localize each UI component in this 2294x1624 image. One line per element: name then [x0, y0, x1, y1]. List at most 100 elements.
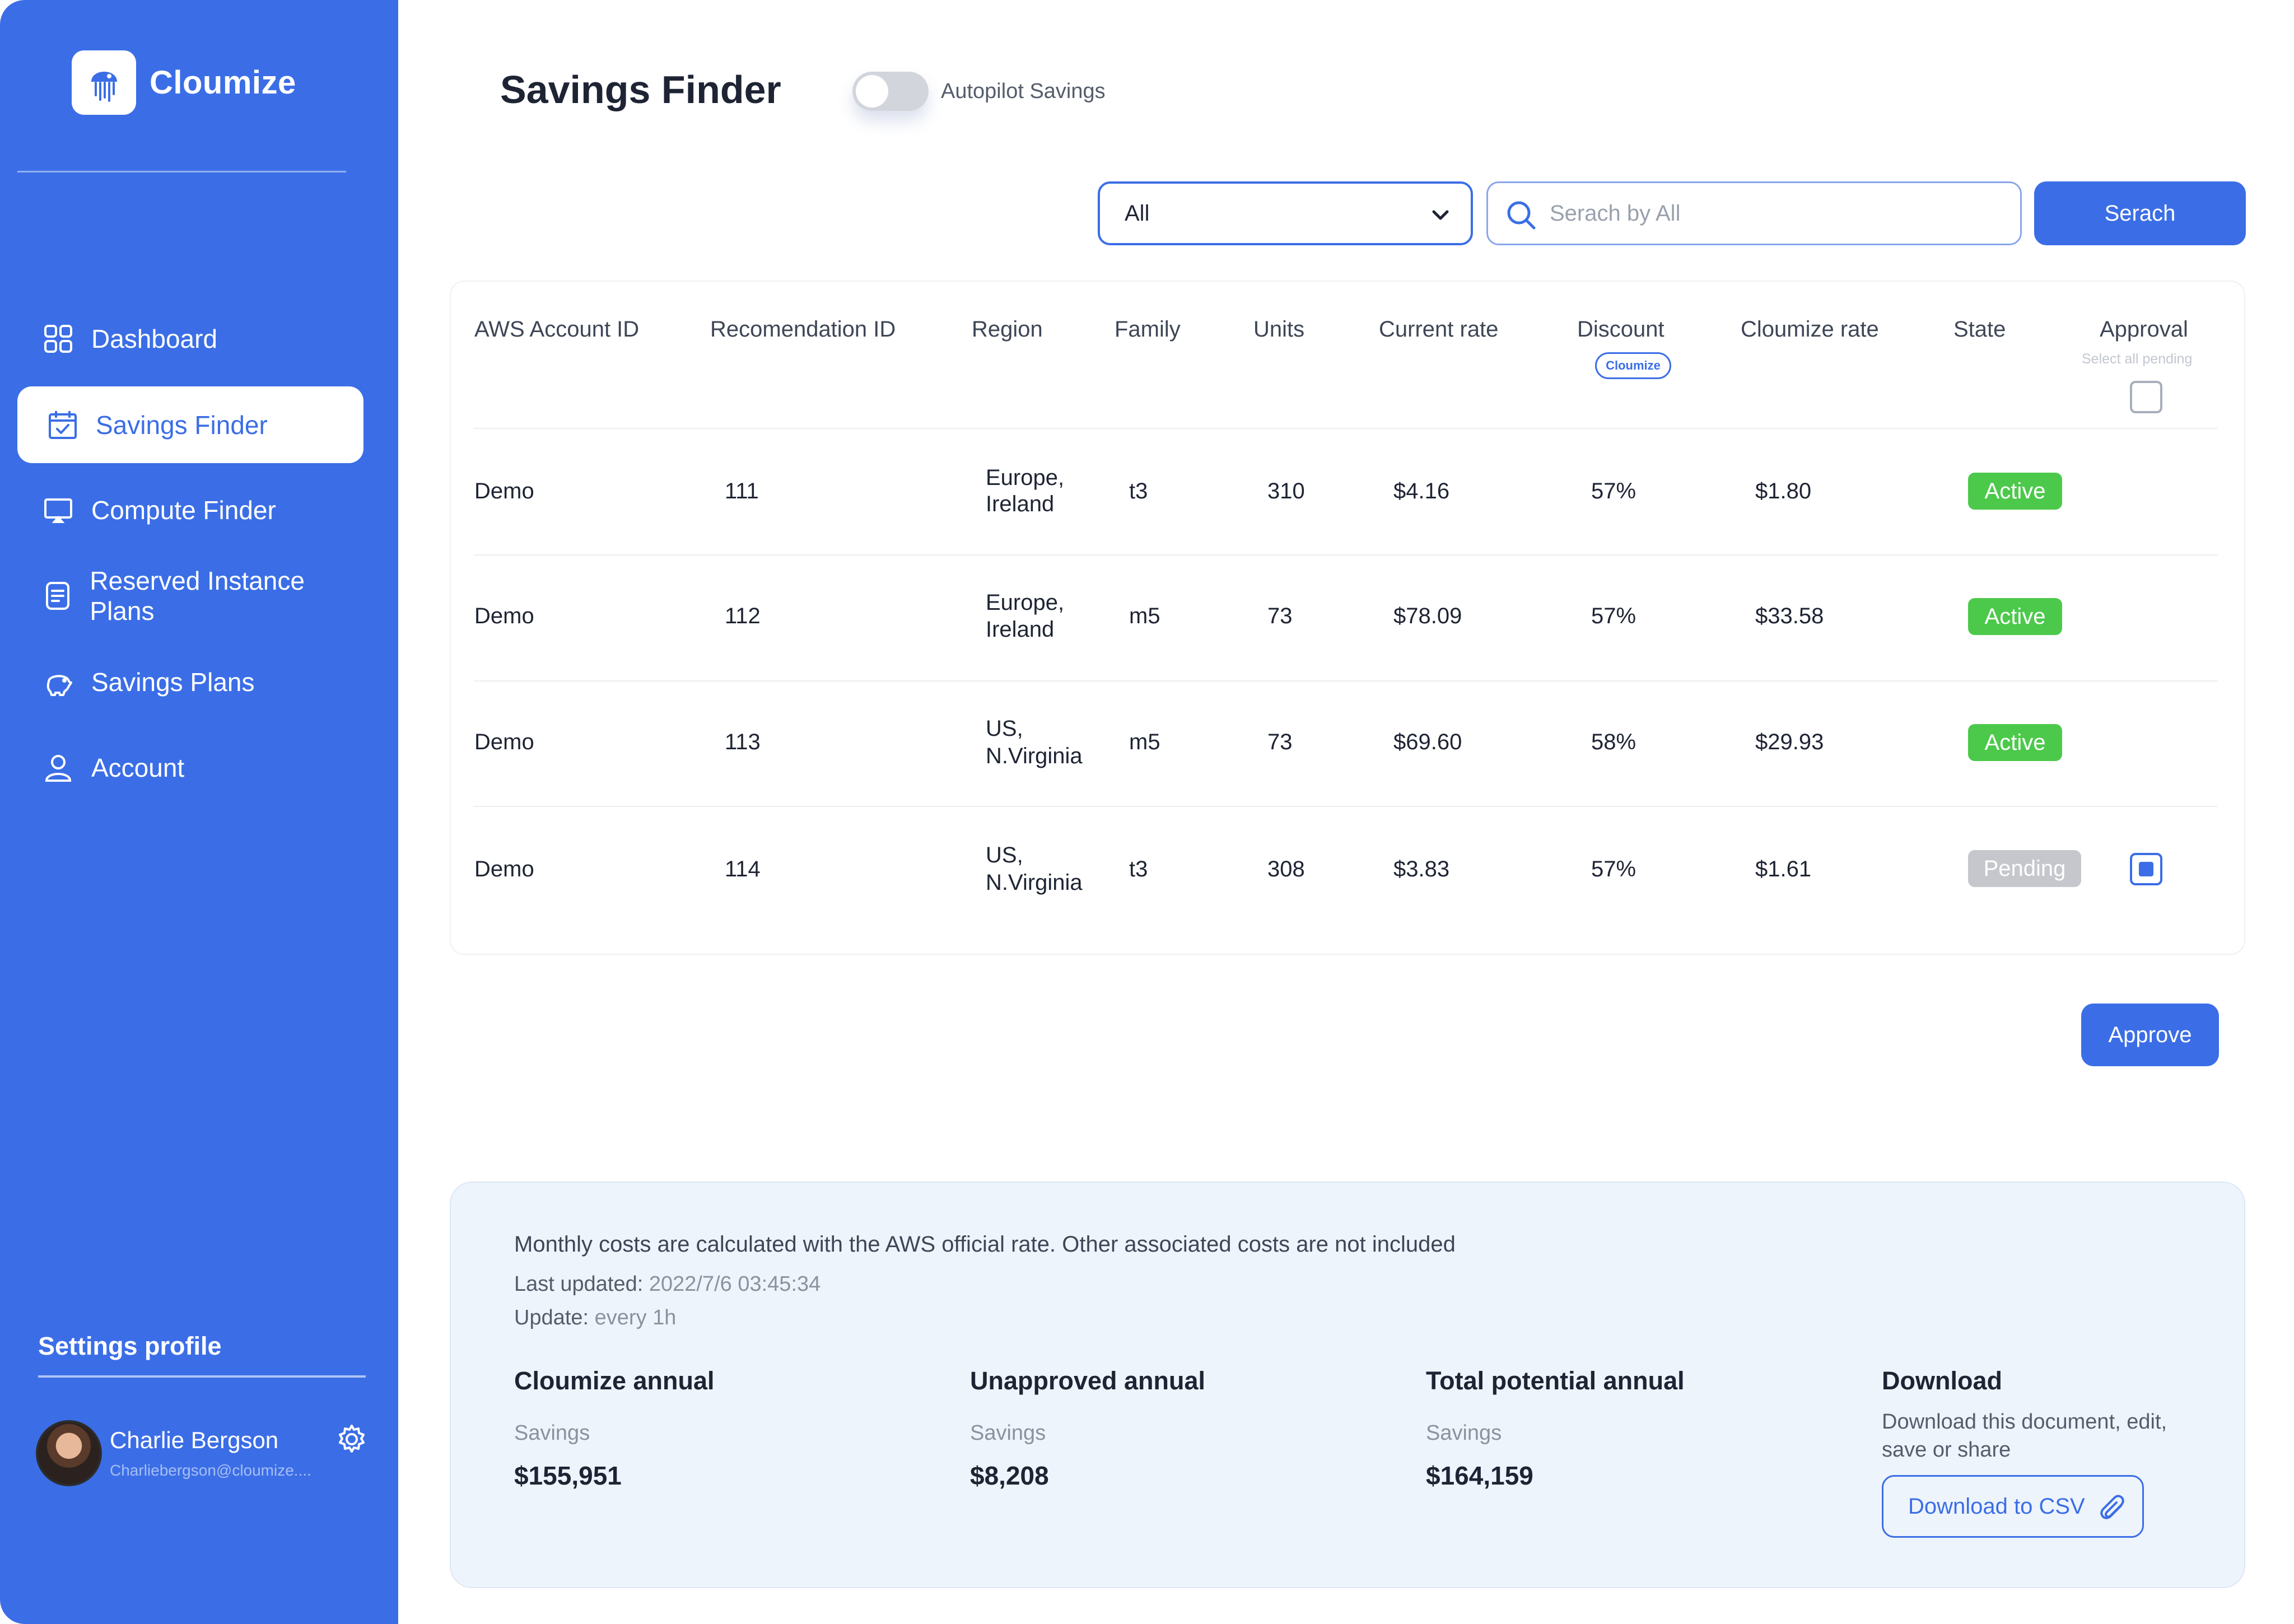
cell-family: t3 — [1129, 857, 1148, 881]
logo[interactable]: Cloumize — [72, 50, 296, 115]
grid-icon — [42, 323, 74, 355]
profile-name: Charlie Bergson — [110, 1427, 279, 1453]
discount-cloumize-badge: Cloumize — [1595, 352, 1671, 379]
search-icon — [1505, 199, 1537, 231]
profile-card[interactable]: Charlie Bergson Charliebergson@cloumize.… — [36, 1420, 323, 1486]
select-all-checkbox[interactable] — [2130, 381, 2162, 413]
piggy-bank-icon — [42, 666, 74, 698]
update-frequency: Update: every 1h — [514, 1306, 676, 1330]
update-label: Update: — [514, 1306, 589, 1329]
toggle-knob — [856, 75, 888, 108]
sidebar-item-account[interactable]: Account — [17, 729, 363, 806]
settings-profile-title: Settings profile — [38, 1332, 222, 1360]
sidebar-item-dashboard[interactable]: Dashboard — [17, 300, 363, 377]
jellyfish-logo-icon — [72, 50, 136, 115]
monitor-icon — [42, 494, 74, 526]
cell-discount: 57% — [1591, 604, 1636, 628]
page-title: Savings Finder — [500, 68, 781, 111]
cell-units: 73 — [1267, 604, 1293, 628]
cell-current-rate: $3.83 — [1393, 857, 1450, 881]
search-input[interactable]: Serach by All — [1486, 181, 2022, 245]
cell-current-rate: $78.09 — [1393, 604, 1462, 628]
chevron-down-icon — [1429, 204, 1452, 226]
cell-family: m5 — [1129, 604, 1160, 628]
status-badge: Pending — [1968, 850, 2081, 887]
profile-email: Charliebergson@cloumize.... — [110, 1462, 311, 1479]
paperclip-icon — [2100, 1494, 2127, 1523]
status-badge: Active — [1968, 724, 2062, 761]
row-divider — [474, 554, 2218, 556]
cell-units: 310 — [1267, 479, 1305, 503]
cell-current-rate: $4.16 — [1393, 479, 1450, 503]
stat-unapproved-annual-title: Unapproved annual — [970, 1366, 1206, 1395]
gear-icon[interactable] — [335, 1422, 369, 1456]
sidebar-item-label: Reserved Instance Plans — [90, 566, 305, 626]
stat-cloumize-annual-title: Cloumize annual — [514, 1366, 715, 1395]
status-badge: Active — [1968, 598, 2062, 635]
approval-checkbox[interactable] — [2130, 853, 2162, 885]
cell-units: 308 — [1267, 857, 1305, 881]
cell-region-line1: US, — [986, 843, 1023, 867]
column-header-approval: Approval — [2100, 317, 2188, 342]
update-value: every 1h — [594, 1306, 677, 1329]
settings-divider — [38, 1375, 366, 1378]
cell-recommendation-id: 114 — [725, 857, 761, 881]
filter-select[interactable]: All — [1098, 181, 1473, 245]
cell-recommendation-id: 113 — [725, 730, 761, 754]
download-csv-label: Download to CSV — [1908, 1494, 2085, 1519]
column-header-family: Family — [1115, 317, 1181, 342]
avatar — [36, 1420, 102, 1486]
stat-cloumize-annual-sub: Savings — [514, 1421, 590, 1445]
sidebar-item-label: Dashboard — [91, 324, 218, 353]
sidebar-item-compute-finder[interactable]: Compute Finder — [17, 472, 363, 548]
sidebar-item-savings-plans[interactable]: Savings Plans — [17, 643, 363, 720]
cell-region-line2: Ireland — [986, 492, 1055, 516]
cell-discount: 57% — [1591, 857, 1636, 881]
stat-unapproved-annual-sub: Savings — [970, 1421, 1046, 1445]
select-all-pending-label: Select all pending — [2082, 351, 2193, 367]
cell-account: Demo — [474, 730, 534, 754]
stat-total-potential-title: Total potential annual — [1426, 1366, 1685, 1395]
cost-note: Monthly costs are calculated with the AW… — [514, 1232, 1456, 1257]
cell-family: t3 — [1129, 479, 1148, 503]
search-button[interactable]: Serach — [2034, 181, 2246, 245]
cell-recommendation-id: 112 — [725, 604, 761, 628]
stat-cloumize-annual-value: $155,951 — [514, 1461, 622, 1490]
cell-cloumize-rate: $33.58 — [1755, 604, 1824, 628]
cell-account: Demo — [474, 857, 534, 881]
sidebar-item-label: Compute Finder — [91, 495, 276, 525]
approve-button[interactable]: Approve — [2081, 1004, 2219, 1066]
download-description: Download this document, edit, save or sh… — [1882, 1410, 2167, 1462]
cell-current-rate: $69.60 — [1393, 730, 1462, 754]
sidebar-item-label: Savings Finder — [96, 410, 268, 440]
sidebar: Cloumize Dashboard Savings Finder Comput… — [0, 0, 398, 1624]
column-header-discount: Discount — [1577, 317, 1664, 342]
cell-recommendation-id: 111 — [725, 479, 759, 503]
last-updated: Last updated: 2022/7/6 03:45:34 — [514, 1272, 820, 1296]
last-updated-value: 2022/7/6 03:45:34 — [649, 1272, 821, 1296]
column-header-account: AWS Account ID — [474, 317, 640, 342]
row-divider — [474, 806, 2218, 807]
cell-account: Demo — [474, 479, 534, 503]
row-divider — [474, 428, 2218, 429]
sidebar-divider — [17, 171, 346, 172]
sidebar-item-reserved-instance-plans[interactable]: Reserved Instance Plans — [17, 557, 363, 634]
cell-units: 73 — [1267, 730, 1293, 754]
status-badge: Active — [1968, 473, 2062, 510]
column-header-cloumize-rate: Cloumize rate — [1741, 317, 1879, 342]
stat-total-potential-sub: Savings — [1426, 1421, 1502, 1445]
column-header-units: Units — [1253, 317, 1305, 342]
column-header-current-rate: Current rate — [1379, 317, 1499, 342]
autopilot-toggle[interactable] — [852, 72, 929, 111]
cell-region-line2: Ireland — [986, 617, 1055, 642]
sidebar-item-label: Savings Plans — [91, 667, 255, 697]
cell-region-line2: N.Virginia — [986, 744, 1083, 768]
document-icon — [42, 580, 73, 612]
app-name: Cloumize — [150, 64, 296, 101]
cell-cloumize-rate: $29.93 — [1755, 730, 1824, 754]
cell-region-line1: Europe, — [986, 590, 1065, 615]
cell-discount: 58% — [1591, 730, 1636, 754]
cell-cloumize-rate: $1.61 — [1755, 857, 1812, 881]
sidebar-item-savings-finder[interactable]: Savings Finder — [17, 386, 363, 463]
download-csv-button[interactable]: Download to CSV — [1882, 1475, 2144, 1538]
